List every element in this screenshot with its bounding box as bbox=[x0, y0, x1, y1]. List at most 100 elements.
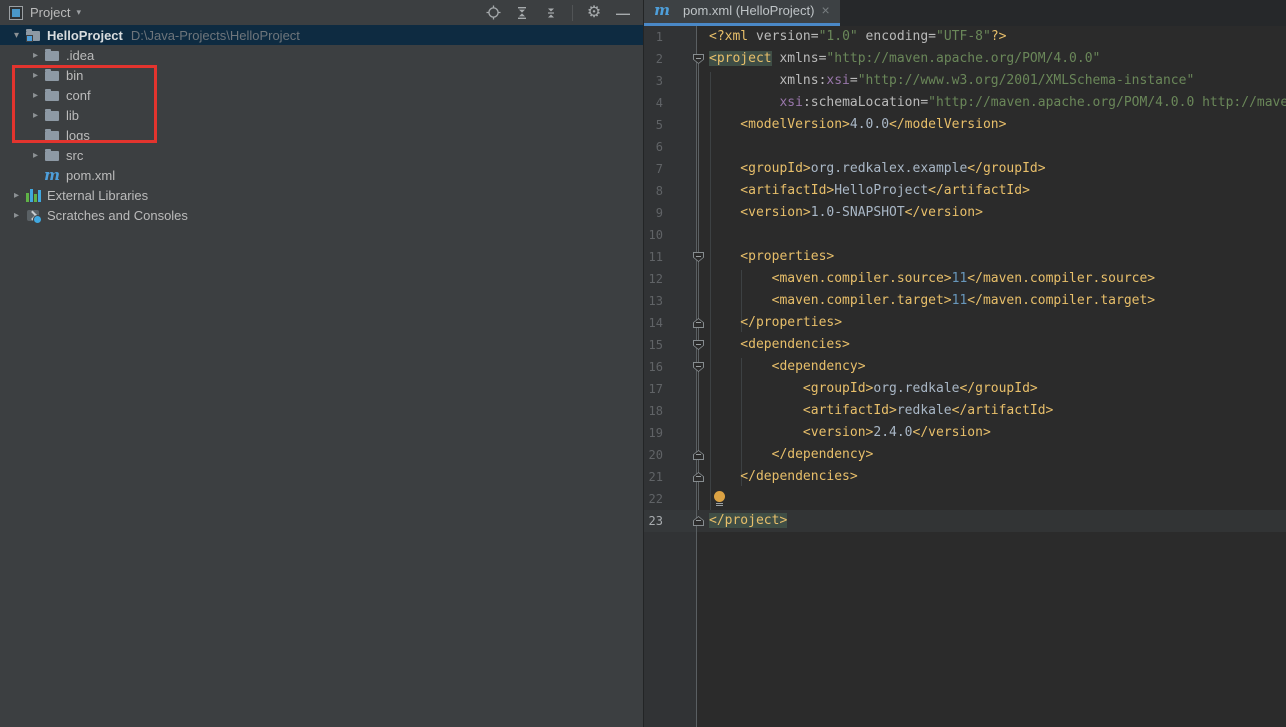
project-tool-window: Project ▾ ⚙ — ▾HelloProjectD:\Java-Proje… bbox=[0, 0, 643, 727]
fold-marker-icon[interactable] bbox=[693, 340, 704, 350]
code-line[interactable]: 20 </dependency> bbox=[644, 444, 1286, 466]
editor-tab-bar: m pom.xml (HelloProject) × bbox=[644, 0, 1286, 26]
chevron-collapsed-icon[interactable]: ▸ bbox=[27, 150, 44, 161]
folder-icon bbox=[44, 67, 60, 83]
code-line[interactable]: 8 <artifactId>HelloProject</artifactId> bbox=[644, 180, 1286, 202]
code-text: xmlns:xsi="http://www.w3.org/2001/XMLSch… bbox=[709, 70, 1194, 92]
line-number: 16 bbox=[644, 356, 663, 378]
intention-bulb-icon[interactable] bbox=[714, 491, 725, 502]
project-dropdown-icon[interactable]: ▾ bbox=[76, 7, 81, 18]
libraries-icon bbox=[25, 187, 41, 203]
chevron-collapsed-icon[interactable]: ▸ bbox=[27, 110, 44, 121]
tab-close-icon[interactable]: × bbox=[821, 3, 829, 17]
project-tree: ▾HelloProjectD:\Java-Projects\HelloProje… bbox=[0, 25, 643, 225]
chevron-collapsed-icon[interactable]: ▸ bbox=[27, 50, 44, 61]
panel-toolbar: ⚙ — bbox=[485, 5, 643, 21]
folder-icon bbox=[44, 47, 60, 63]
tree-item-label: External Libraries bbox=[47, 188, 148, 203]
maven-icon: m bbox=[44, 167, 60, 183]
code-text: </dependency> bbox=[709, 444, 873, 466]
tree-item-label: HelloProject bbox=[47, 28, 123, 43]
tree-item-label: .idea bbox=[66, 48, 94, 63]
code-text: <groupId>org.redkalex.example</groupId> bbox=[709, 158, 1046, 180]
code-line[interactable]: 6 bbox=[644, 136, 1286, 158]
line-number: 4 bbox=[644, 92, 663, 114]
code-line[interactable]: 21 </dependencies> bbox=[644, 466, 1286, 488]
chevron-collapsed-icon[interactable]: ▸ bbox=[27, 70, 44, 81]
locate-icon[interactable] bbox=[485, 5, 501, 21]
chevron-collapsed-icon[interactable]: ▸ bbox=[27, 90, 44, 101]
fold-marker-icon[interactable] bbox=[693, 252, 704, 262]
tree-item-bin[interactable]: ▸bin bbox=[0, 65, 643, 85]
tree-item-label: pom.xml bbox=[66, 168, 115, 183]
fold-marker-icon[interactable] bbox=[693, 318, 704, 328]
tree-item-pom-xml[interactable]: m pom.xml bbox=[0, 165, 643, 185]
code-line[interactable]: 3 xmlns:xsi="http://www.w3.org/2001/XMLS… bbox=[644, 70, 1286, 92]
line-number: 21 bbox=[644, 466, 663, 488]
code-text: </project> bbox=[709, 510, 787, 532]
tree-item-helloproject[interactable]: ▾HelloProjectD:\Java-Projects\HelloProje… bbox=[0, 25, 643, 45]
code-line[interactable]: 15 <dependencies> bbox=[644, 334, 1286, 356]
line-number: 18 bbox=[644, 400, 663, 422]
fold-marker-icon[interactable] bbox=[693, 362, 704, 372]
hide-tool-window-icon[interactable]: — bbox=[615, 5, 631, 21]
line-number: 2 bbox=[644, 48, 663, 70]
fold-marker-icon[interactable] bbox=[693, 450, 704, 460]
fold-marker-icon[interactable] bbox=[693, 472, 704, 482]
code-line[interactable]: 7 <groupId>org.redkalex.example</groupId… bbox=[644, 158, 1286, 180]
chevron-collapsed-icon[interactable]: ▸ bbox=[8, 190, 25, 201]
tree-item-lib[interactable]: ▸lib bbox=[0, 105, 643, 125]
code-text: <artifactId>redkale</artifactId> bbox=[709, 400, 1053, 422]
code-line[interactable]: 10 bbox=[644, 224, 1286, 246]
code-text: <groupId>org.redkale</groupId> bbox=[709, 378, 1038, 400]
scratches-icon bbox=[25, 207, 41, 223]
code-line[interactable]: 17 <groupId>org.redkale</groupId> bbox=[644, 378, 1286, 400]
code-line[interactable]: 2<project xmlns="http://maven.apache.org… bbox=[644, 48, 1286, 70]
tree-item-label: logs bbox=[66, 128, 90, 143]
tree-item-logs[interactable]: logs bbox=[0, 125, 643, 145]
tree-item-external-libraries[interactable]: ▸ External Libraries bbox=[0, 185, 643, 205]
code-text: <version>1.0-SNAPSHOT</version> bbox=[709, 202, 983, 224]
maven-file-icon: m bbox=[654, 2, 670, 18]
code-text: </dependencies> bbox=[709, 466, 858, 488]
expand-all-icon[interactable] bbox=[514, 5, 530, 21]
line-number: 1 bbox=[644, 26, 663, 48]
tab-title: pom.xml (HelloProject) bbox=[683, 3, 814, 18]
code-line[interactable]: 19 <version>2.4.0</version> bbox=[644, 422, 1286, 444]
line-number: 3 bbox=[644, 70, 663, 92]
line-number: 19 bbox=[644, 422, 663, 444]
code-line[interactable]: 11 <properties> bbox=[644, 246, 1286, 268]
code-line[interactable]: 13 <maven.compiler.target>11</maven.comp… bbox=[644, 290, 1286, 312]
tree-item-scratches-and-consoles[interactable]: ▸Scratches and Consoles bbox=[0, 205, 643, 225]
line-number: 17 bbox=[644, 378, 663, 400]
code-line[interactable]: 12 <maven.compiler.source>11</maven.comp… bbox=[644, 268, 1286, 290]
tab-pom-xml[interactable]: m pom.xml (HelloProject) × bbox=[644, 0, 840, 26]
code-line[interactable]: 14 </properties> bbox=[644, 312, 1286, 334]
code-text: <maven.compiler.source>11</maven.compile… bbox=[709, 268, 1155, 290]
chevron-expanded-icon[interactable]: ▾ bbox=[8, 30, 25, 41]
code-line[interactable]: 22 bbox=[644, 488, 1286, 510]
settings-gear-icon[interactable]: ⚙ bbox=[586, 5, 602, 21]
editor-area: m pom.xml (HelloProject) × 1<?xml versio… bbox=[643, 0, 1286, 727]
code-line[interactable]: 4 xsi:schemaLocation="http://maven.apach… bbox=[644, 92, 1286, 114]
code-text: <artifactId>HelloProject</artifactId> bbox=[709, 180, 1030, 202]
tree-item-conf[interactable]: ▸ conf bbox=[0, 85, 643, 105]
folder-icon bbox=[44, 107, 60, 123]
fold-marker-icon[interactable] bbox=[693, 54, 704, 64]
chevron-collapsed-icon[interactable]: ▸ bbox=[8, 210, 25, 221]
code-line[interactable]: 5 <modelVersion>4.0.0</modelVersion> bbox=[644, 114, 1286, 136]
line-number: 10 bbox=[644, 224, 663, 246]
code-text: <version>2.4.0</version> bbox=[709, 422, 991, 444]
code-line[interactable]: 9 <version>1.0-SNAPSHOT</version> bbox=[644, 202, 1286, 224]
code-line[interactable]: 23</project> bbox=[644, 510, 1286, 532]
tree-item-label: conf bbox=[66, 88, 91, 103]
collapse-all-icon[interactable] bbox=[543, 5, 559, 21]
tree-item--idea[interactable]: ▸ .idea bbox=[0, 45, 643, 65]
code-editor[interactable]: 1<?xml version="1.0" encoding="UTF-8"?>2… bbox=[644, 26, 1286, 727]
fold-marker-icon[interactable] bbox=[693, 516, 704, 526]
code-line[interactable]: 1<?xml version="1.0" encoding="UTF-8"?> bbox=[644, 26, 1286, 48]
code-text: </properties> bbox=[709, 312, 842, 334]
tree-item-src[interactable]: ▸src bbox=[0, 145, 643, 165]
code-line[interactable]: 16 <dependency> bbox=[644, 356, 1286, 378]
code-line[interactable]: 18 <artifactId>redkale</artifactId> bbox=[644, 400, 1286, 422]
